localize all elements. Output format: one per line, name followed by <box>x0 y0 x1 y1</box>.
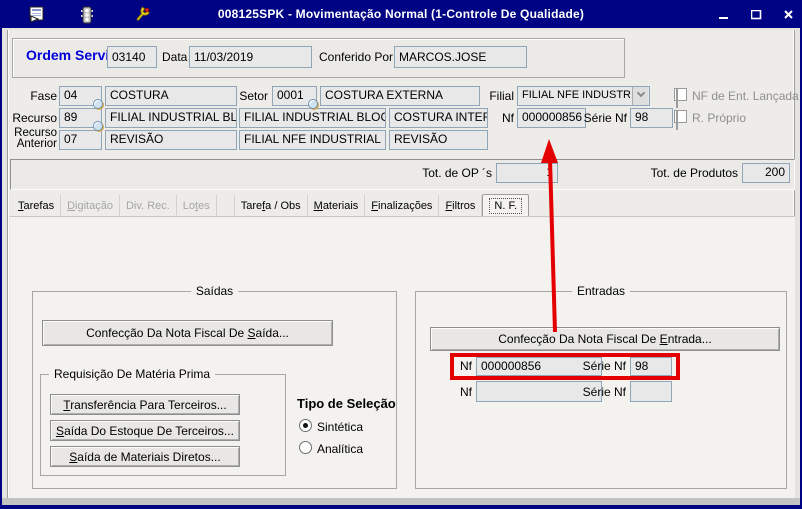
entrada-serie-field-1[interactable]: 98 <box>630 357 672 376</box>
title-bar: 008125SPK - Movimentação Normal (1-Contr… <box>2 2 800 28</box>
recurso-anterior-desc-field[interactable]: REVISÃO <box>105 130 237 150</box>
saida-estoque-terceiros-button[interactable]: Saída Do Estoque De Terceiros... <box>50 420 240 441</box>
entrada-nf-label-2: Nf <box>460 385 472 399</box>
tot-produtos-label: Tot. de Produtos <box>650 166 738 180</box>
fase-lookup-icon[interactable] <box>93 99 103 109</box>
filial-combobox[interactable]: FILIAL NFE INDUSTRIAL <box>517 86 650 106</box>
tab-div-rec[interactable]: Div. Rec. <box>120 195 177 216</box>
entrada-serie-label-1: Série Nf <box>582 359 626 373</box>
recurso-desc2-field[interactable]: FILIAL INDUSTRIAL BLOCO K <box>239 108 386 128</box>
ordem-servico-field[interactable]: 03140 <box>107 46 157 68</box>
tab-strip: Tarefas Digitação Div. Rec. Lotes Tarefa… <box>12 194 530 216</box>
setor-lookup-icon[interactable] <box>308 99 318 109</box>
check-icon <box>676 111 678 130</box>
filial-combo-arrow-button[interactable] <box>632 87 648 105</box>
setor-label: Setor <box>239 89 268 103</box>
data-field[interactable]: 11/03/2019 <box>189 46 312 68</box>
radio-analitica[interactable] <box>299 441 312 454</box>
r-proprio-checkbox[interactable] <box>674 110 687 130</box>
tab-tarefas[interactable]: Tarefas <box>12 195 62 216</box>
recurso-anterior-desc2-field[interactable]: FILIAL NFE INDUSTRIAL <box>239 130 386 150</box>
confeccao-nf-saida-button[interactable]: Confecção Da Nota Fiscal De Saída... <box>42 320 333 346</box>
recurso-anterior-code-field[interactable]: 07 <box>59 130 102 150</box>
nf-ent-lancada-label: NF de Ent. Lançada <box>692 89 799 103</box>
radio-sintetica[interactable] <box>299 419 312 432</box>
tab-page-border <box>10 216 795 217</box>
nf-ent-lancada-checkbox[interactable] <box>674 88 687 108</box>
entrada-nf-label-1: Nf <box>460 359 472 373</box>
tab-finalizacoes[interactable]: Finalizações <box>365 195 440 216</box>
transferencia-terceiros-button[interactable]: Transferência Para Terceiros... <box>50 394 240 415</box>
tot-produtos-field[interactable]: 200 <box>742 163 790 183</box>
tab-tarefa-obs[interactable]: Tarefa / Obs <box>235 195 308 216</box>
window-bottom-border <box>2 505 800 507</box>
saidas-group-title: Saídas <box>190 284 239 298</box>
close-button[interactable] <box>781 8 797 22</box>
tab-nf[interactable]: N. F. <box>482 194 530 216</box>
tab-lotes[interactable]: Lotes <box>177 195 217 216</box>
recurso-anterior-desc3-field[interactable]: REVISÃO <box>389 130 488 150</box>
minimize-button[interactable] <box>716 8 732 22</box>
radio-dot-icon <box>303 423 308 428</box>
recurso-desc-field[interactable]: FILIAL INDUSTRIAL BLOCO <box>105 108 237 128</box>
tipo-selecao-title: Tipo de Seleção <box>297 396 396 411</box>
saida-materiais-diretos-button[interactable]: Saída de Materiais Diretos... <box>50 446 240 467</box>
setor-desc-field[interactable]: COSTURA EXTERNA <box>320 86 480 106</box>
check-icon <box>676 89 678 108</box>
tab-materiais[interactable]: Materiais <box>308 195 366 216</box>
recurso-desc3-field[interactable]: COSTURA INTERNA <box>389 108 488 128</box>
chevron-down-icon <box>636 88 645 98</box>
conferido-por-label: Conferido Por <box>319 50 394 64</box>
maximize-button[interactable] <box>748 8 764 22</box>
window-bottom-frame <box>2 498 800 505</box>
tot-op-label: Tot. de OP ´s <box>422 166 492 180</box>
tot-op-field[interactable]: 1 <box>496 163 558 183</box>
nf-label: Nf <box>502 111 514 125</box>
filial-label: Filial <box>489 89 514 103</box>
recurso-lookup-icon[interactable] <box>93 121 103 131</box>
data-label: Data <box>162 50 188 64</box>
entradas-group-title: Entradas <box>571 284 631 298</box>
serie-nf-field[interactable]: 98 <box>630 108 673 128</box>
requisicao-group-title: Requisição De Matéria Prima <box>49 367 216 381</box>
tab-filtros[interactable]: Filtros <box>439 195 483 216</box>
entrada-serie-label-2: Série Nf <box>582 385 626 399</box>
conferido-por-field[interactable]: MARCOS.JOSE <box>394 46 527 68</box>
app-window: 008125SPK - Movimentação Normal (1-Contr… <box>0 0 802 509</box>
tab-digitacao[interactable]: Digitação <box>61 195 120 216</box>
radio-analitica-label: Analítica <box>317 442 364 456</box>
window-title: 008125SPK - Movimentação Normal (1-Contr… <box>217 7 585 21</box>
entrada-serie-field-2[interactable] <box>630 381 672 402</box>
confeccao-nf-entrada-button[interactable]: Confecção Da Nota Fiscal De Entrada... <box>430 327 780 351</box>
fase-desc-field[interactable]: COSTURA <box>105 86 237 106</box>
r-proprio-label: R. Próprio <box>692 111 747 125</box>
recurso-anterior-label: Recurso Anterior <box>14 127 57 150</box>
radio-sintetica-label: Sintética <box>317 420 364 434</box>
recurso-label: Recurso <box>12 111 57 125</box>
tab-spacer <box>217 195 235 216</box>
fase-label: Fase <box>30 89 57 103</box>
serie-nf-label: Série Nf <box>583 111 627 125</box>
